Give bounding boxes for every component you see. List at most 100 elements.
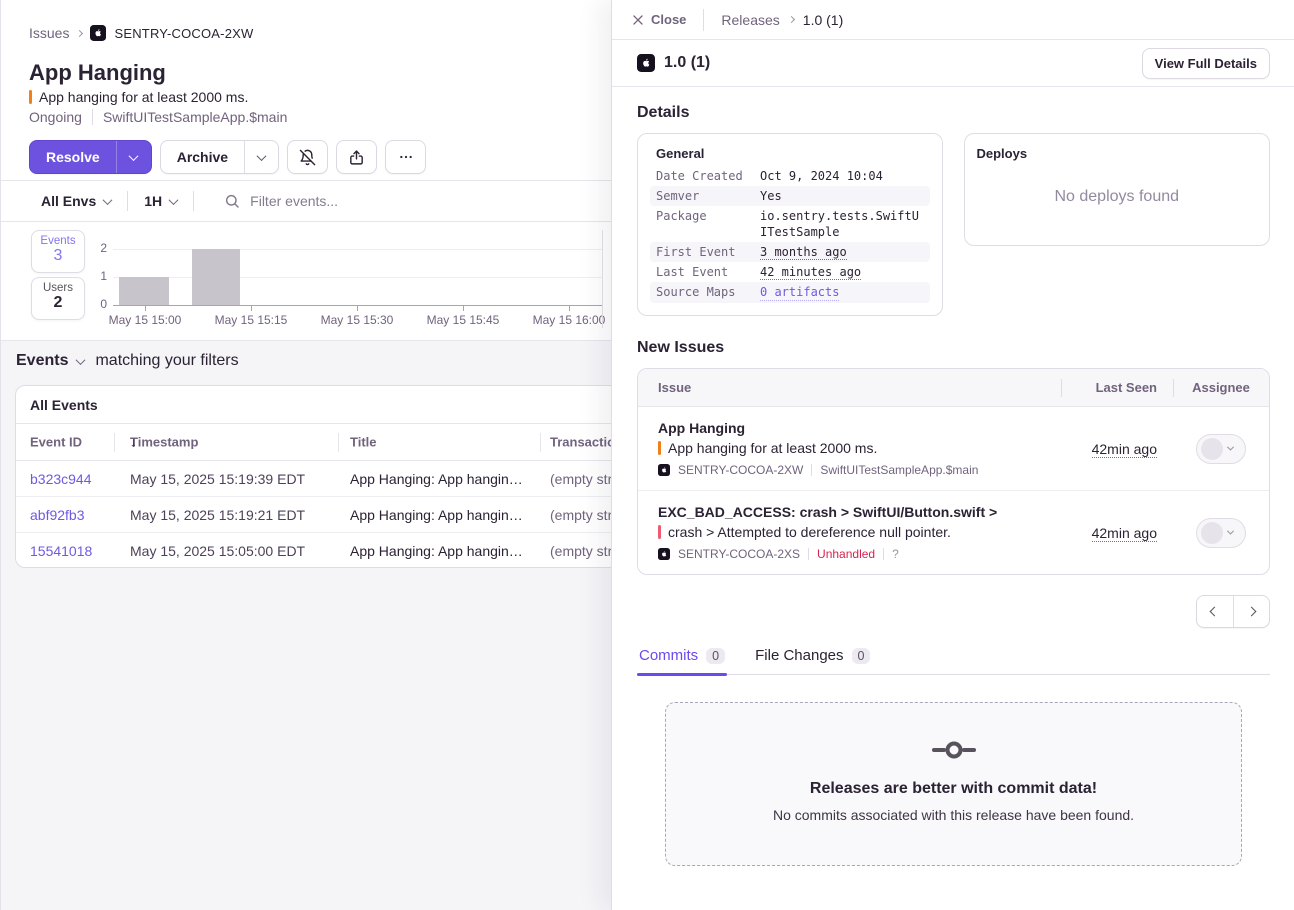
issue-last-seen: 42min ago <box>1092 441 1173 457</box>
event-row[interactable]: 15541018 May 15, 2025 15:05:00 EDT App H… <box>16 533 611 568</box>
drawer-header: Close Releases 1.0 (1) <box>612 0 1294 40</box>
general-row: SemverYes <box>650 186 930 206</box>
assignee-dropdown[interactable] <box>1196 434 1246 464</box>
event-id-link[interactable]: 15541018 <box>30 543 92 559</box>
share-button[interactable] <box>336 140 377 174</box>
chevron-down-icon <box>169 195 179 205</box>
events-table-header: Event ID Timestamp ↓ Title Transaction <box>16 424 611 461</box>
breadcrumb-issues-link[interactable]: Issues <box>29 25 69 41</box>
issue-message: App hanging for at least 2000 ms. <box>29 89 248 105</box>
tab-file-changes-label: File Changes <box>755 647 843 664</box>
previous-page-button[interactable] <box>1197 596 1233 627</box>
event-id-link[interactable]: b323c944 <box>30 471 92 487</box>
x-axis-tick <box>357 306 358 311</box>
environment-selector-label: All Envs <box>41 193 96 209</box>
event-title: App Hanging: App hangin… <box>350 471 523 487</box>
x-axis-tick-label: May 15 15:45 <box>415 313 511 327</box>
chart-bar <box>119 277 169 305</box>
event-id-link[interactable]: abf92fb3 <box>30 507 85 523</box>
gridline <box>113 277 602 278</box>
new-issues-table: Issue Last Seen Assignee App Hanging App… <box>637 368 1270 575</box>
bell-off-icon <box>299 149 316 166</box>
chevron-down-icon <box>1227 444 1234 451</box>
apple-platform-icon <box>658 464 670 476</box>
sort-descending-icon: ↓ <box>130 435 137 450</box>
event-graph-section: Events 3 Users 2 210May 15 15:00May 15 1… <box>1 222 611 341</box>
events-bar-chart: 210May 15 15:00May 15 15:15May 15 15:30M… <box>1 222 611 340</box>
time-range-label: 1H <box>144 193 162 209</box>
resolve-button-label[interactable]: Resolve <box>30 141 116 173</box>
chevron-right-icon <box>76 29 83 36</box>
divider <box>193 191 194 211</box>
more-actions-button[interactable] <box>385 140 426 174</box>
new-issue-row[interactable]: App Hanging App hanging for at least 200… <box>638 407 1269 490</box>
issue-message-text: App hanging for at least 2000 ms. <box>668 440 877 456</box>
breadcrumb-current-release: 1.0 (1) <box>803 12 843 28</box>
event-timestamp: May 15, 2025 15:05:00 EDT <box>130 543 305 559</box>
resolve-dropdown-button[interactable] <box>116 141 151 173</box>
column-issue: Issue <box>638 369 1061 406</box>
column-event-id[interactable]: Event ID <box>30 435 82 450</box>
mute-notifications-button[interactable] <box>287 140 328 174</box>
column-divider <box>338 433 339 452</box>
new-issue-row[interactable]: EXC_BAD_ACCESS: crash > SwiftUI/Button.s… <box>638 490 1269 574</box>
assignee-dropdown[interactable] <box>1196 518 1246 548</box>
event-transaction: (empty str… <box>550 543 611 559</box>
chevron-right-icon <box>788 16 795 23</box>
view-full-details-button[interactable]: View Full Details <box>1142 48 1270 79</box>
divider <box>808 548 809 560</box>
event-row[interactable]: abf92fb3 May 15, 2025 15:19:21 EDT App H… <box>16 497 611 533</box>
last-event-relative-time: 42 minutes ago <box>760 265 861 280</box>
breadcrumb-project-slug[interactable]: SENTRY-COCOA-2XW <box>114 26 253 41</box>
close-icon <box>632 14 644 26</box>
issue-annotation[interactable]: SwiftUITestSampleApp.$main <box>103 109 287 125</box>
event-timestamp: May 15, 2025 15:19:21 EDT <box>130 507 305 523</box>
environment-selector[interactable]: All Envs <box>41 193 111 209</box>
source-maps-link[interactable]: 0 artifacts <box>760 284 839 301</box>
archive-dropdown-button[interactable] <box>244 141 278 173</box>
filter-events-input[interactable] <box>250 193 550 209</box>
column-assignee: Assignee <box>1173 369 1269 406</box>
issue-link[interactable]: EXC_BAD_ACCESS: crash > SwiftUI/Button.s… <box>658 504 1061 520</box>
release-title: 1.0 (1) <box>664 54 710 72</box>
release-tabs: Commits 0 File Changes 0 <box>637 643 1270 675</box>
divider <box>703 9 704 31</box>
avatar <box>1201 438 1223 460</box>
x-axis-tick <box>463 306 464 311</box>
chevron-down-icon[interactable] <box>76 355 86 365</box>
deploys-card: Deploys No deploys found <box>964 133 1271 246</box>
events-section-heading: Events matching your filters <box>16 352 239 370</box>
general-row: Date CreatedOct 9, 2024 10:04 <box>650 166 930 186</box>
chevron-down-icon <box>1227 528 1234 535</box>
archive-button-label[interactable]: Archive <box>161 141 244 173</box>
help-icon[interactable]: ? <box>892 547 899 561</box>
app: Issues SENTRY-COCOA-2XW App Hanging App … <box>0 0 1294 910</box>
archive-button[interactable]: Archive <box>160 140 279 174</box>
event-transaction: (empty str… <box>550 507 611 523</box>
column-title[interactable]: Title <box>350 435 377 450</box>
issue-annotation: SwiftUITestSampleApp.$main <box>820 463 978 477</box>
tab-file-changes[interactable]: File Changes 0 <box>753 643 872 674</box>
next-page-button[interactable] <box>1233 596 1270 627</box>
resolve-button[interactable]: Resolve <box>29 140 152 174</box>
event-row[interactable]: b323c944 May 15, 2025 15:19:39 EDT App H… <box>16 461 611 497</box>
x-axis-tick-label: May 15 15:30 <box>309 313 405 327</box>
events-heading-label[interactable]: Events <box>16 352 68 370</box>
events-list-section: Events matching your filters All Events … <box>1 341 611 910</box>
time-range-selector[interactable]: 1H <box>144 193 177 209</box>
apple-platform-icon <box>637 54 655 72</box>
divider <box>811 464 812 476</box>
breadcrumb-releases-link[interactable]: Releases <box>721 12 779 28</box>
issue-status: Ongoing <box>29 109 82 125</box>
drawer-close-button[interactable]: Close <box>632 12 686 27</box>
apple-platform-icon <box>90 25 106 41</box>
column-transaction[interactable]: Transaction <box>550 435 611 450</box>
tab-commits[interactable]: Commits 0 <box>637 643 727 674</box>
error-level-bar <box>658 525 661 539</box>
issue-link[interactable]: App Hanging <box>658 420 1061 436</box>
chevron-left-icon <box>1210 607 1220 617</box>
warning-level-bar <box>658 441 661 455</box>
commit-icon <box>931 737 977 763</box>
share-icon <box>348 149 365 166</box>
chevron-down-icon <box>129 151 139 161</box>
